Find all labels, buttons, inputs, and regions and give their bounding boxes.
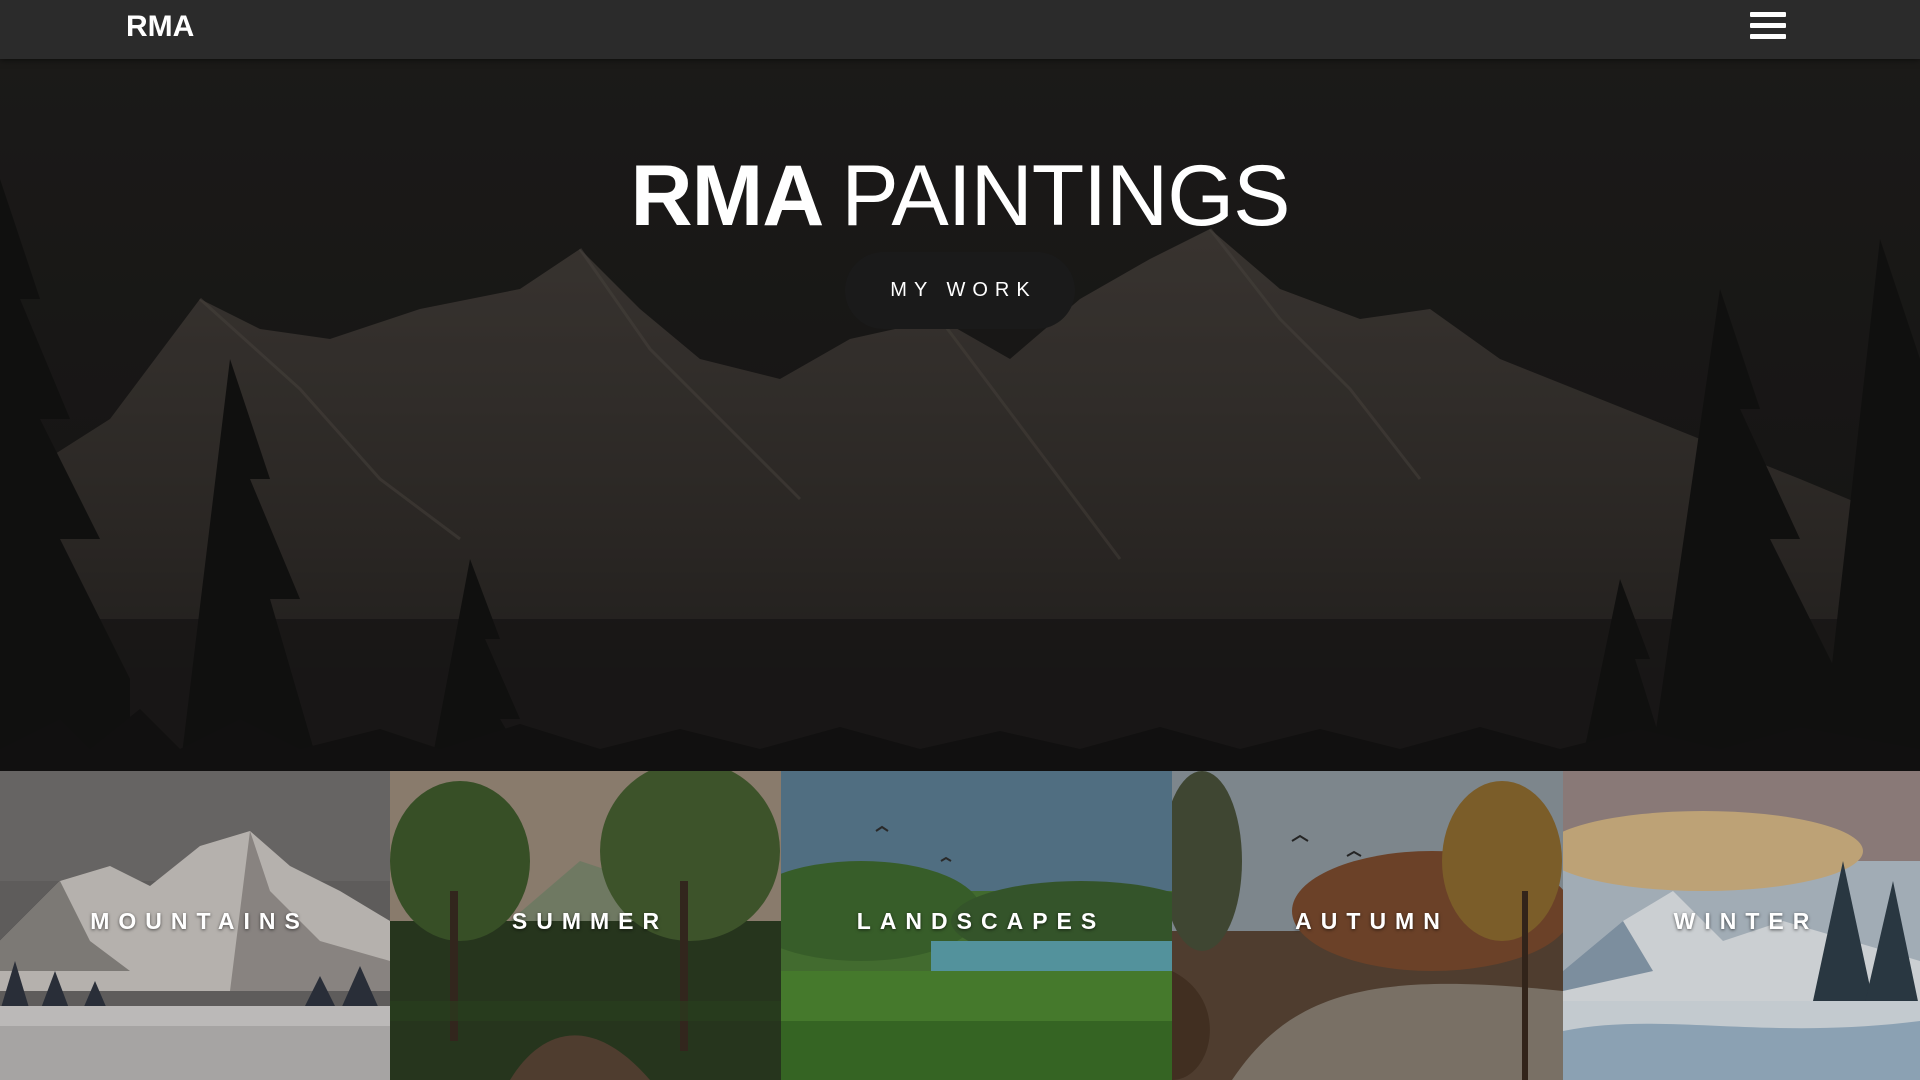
top-navbar: RMA xyxy=(0,0,1920,59)
category-label-autumn: AUTUMN xyxy=(1295,908,1449,934)
hero-title: RMA PAINTINGS xyxy=(0,141,1920,251)
hamburger-menu-icon[interactable] xyxy=(1740,10,1796,50)
hero-section: RMA PAINTINGS MY WORK xyxy=(0,59,1920,771)
category-label-summer: SUMMER xyxy=(511,908,669,934)
my-work-button[interactable]: MY WORK xyxy=(845,252,1075,329)
category-tile-mountains[interactable]: MOUNTAINS xyxy=(0,771,390,1080)
category-tile-autumn[interactable]: AUTUMN xyxy=(1172,771,1563,1080)
category-gallery: MOUNTAINS SUMMER LANDSCAPES AUTUMN WINTE… xyxy=(0,771,1920,1080)
category-tile-winter[interactable]: WINTER xyxy=(1563,771,1920,1080)
hero-title-strong: RMA xyxy=(630,148,825,244)
category-tile-landscapes[interactable]: LANDSCAPES xyxy=(781,771,1172,1080)
category-label-winter: WINTER xyxy=(1673,908,1819,934)
hero-title-light: PAINTINGS xyxy=(841,148,1290,244)
category-label-mountains: MOUNTAINS xyxy=(90,908,309,934)
brand-logo[interactable]: RMA xyxy=(126,8,194,46)
category-label-landscapes: LANDSCAPES xyxy=(856,908,1106,934)
category-tile-summer[interactable]: SUMMER xyxy=(390,771,781,1080)
